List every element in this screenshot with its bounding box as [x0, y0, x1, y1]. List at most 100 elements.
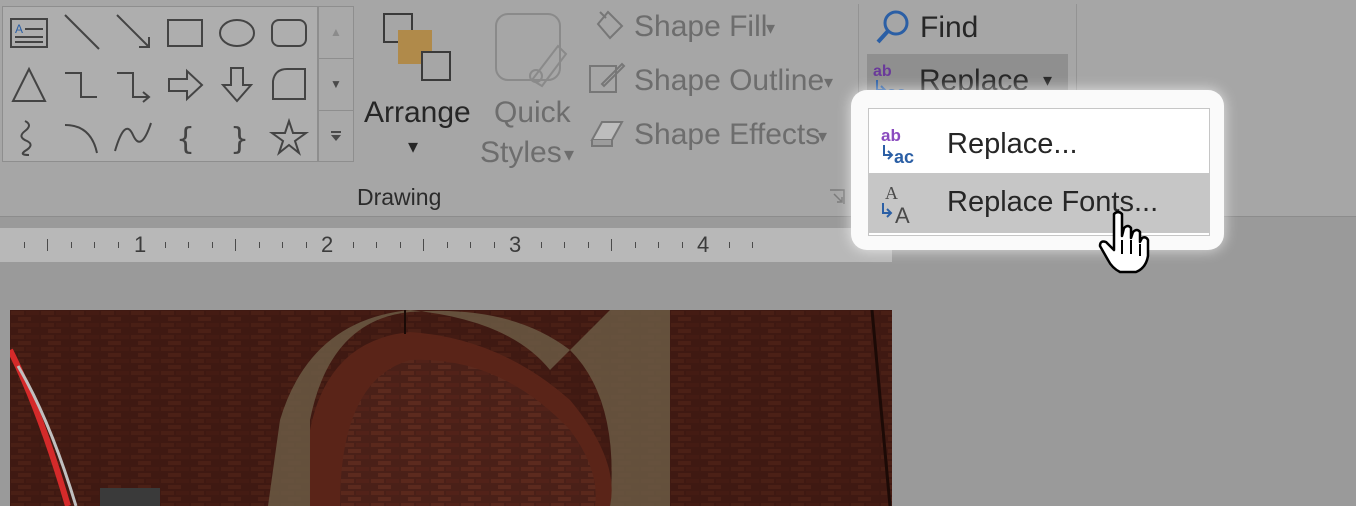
ruler-tick — [681, 242, 683, 248]
magnifier-icon — [876, 10, 909, 44]
menu-item-replace-label: Replace... — [947, 128, 1078, 160]
arrow-line-shape-icon[interactable] — [107, 7, 159, 59]
ruler-tick — [752, 242, 753, 248]
ruler-number: 2 — [321, 232, 334, 257]
shape-outline-dropdown-arrow: ▾ — [824, 72, 834, 92]
star-shape-icon[interactable] — [263, 111, 315, 163]
ruler-tick — [188, 242, 189, 248]
shape-effects-label: Shape Effects — [634, 118, 821, 151]
ruler-number: 1 — [134, 232, 147, 257]
gallery-scroll-up-button[interactable]: ▲ — [319, 7, 353, 59]
line-shape-icon[interactable] — [55, 7, 107, 59]
text-box-shape-icon[interactable]: A — [3, 7, 55, 59]
ruler-tick — [611, 239, 612, 251]
elbow-arrow-connector-shape-icon[interactable] — [107, 59, 159, 111]
ruler-tick — [94, 242, 95, 248]
ruler-tick — [23, 242, 25, 248]
replace-dropdown-menu: ab ac Replace... A A Replace Fonts... — [868, 108, 1210, 236]
gallery-scroll-down-button[interactable]: ▼ — [319, 59, 353, 111]
ruler-tick — [399, 242, 401, 248]
ruler-tick — [352, 242, 354, 248]
replace-fonts-icon: A A — [882, 183, 910, 225]
ruler-tick — [211, 242, 213, 248]
replace-icon: ab ac — [881, 126, 914, 167]
shape-effects-button[interactable]: Shape Effects ▾ — [588, 112, 838, 158]
ruler-tick — [305, 242, 307, 248]
right-brace-shape-icon[interactable]: } — [211, 111, 263, 163]
quick-styles-button[interactable]: Quick Styles ▾ — [480, 6, 580, 176]
dialog-launcher-icon[interactable] — [828, 188, 846, 206]
ruler-tick — [587, 242, 589, 248]
svg-text:ac: ac — [894, 147, 914, 167]
ruler-tick — [70, 242, 72, 248]
oval-shape-icon[interactable] — [211, 7, 263, 59]
ruler-number: 4 — [697, 232, 710, 257]
shape-fill-dropdown-arrow: ▾ — [766, 18, 776, 38]
shape-fill-label: Shape Fill — [634, 10, 768, 43]
svg-text:ab: ab — [881, 126, 901, 145]
menu-item-replace[interactable]: ab ac Replace... — [869, 115, 1209, 175]
flowchart-card-shape-icon[interactable] — [263, 59, 315, 111]
slide-photo-brick-arch[interactable] — [10, 310, 892, 506]
ruler-tick — [493, 242, 495, 248]
ruler-tick — [164, 242, 166, 248]
ruler-tick — [470, 242, 471, 248]
drawing-group-label: Drawing — [357, 184, 442, 210]
horizontal-ruler[interactable]: 1 2 3 4 — [0, 228, 892, 262]
svg-text:A: A — [885, 183, 898, 203]
left-brace-shape-icon[interactable]: { — [159, 111, 211, 163]
menu-item-replace-fonts[interactable]: A A Replace Fonts... — [869, 173, 1209, 233]
find-label: Find — [920, 11, 979, 44]
quick-styles-label-line1: Quick — [494, 96, 571, 129]
ruler-tick — [258, 242, 260, 248]
arc-shape-icon[interactable] — [55, 111, 107, 163]
shape-fill-button[interactable]: Shape Fill ▾ — [588, 4, 788, 50]
curve-shape-icon[interactable] — [107, 111, 159, 163]
ruler-tick — [376, 242, 377, 248]
hand-cursor-icon — [1098, 210, 1150, 274]
rounded-rectangle-shape-icon[interactable] — [263, 7, 315, 59]
ruler-tick — [446, 242, 448, 248]
shape-outline-button[interactable]: Shape Outline ▾ — [588, 58, 844, 104]
ruler-tick — [564, 242, 565, 248]
arrange-icon — [383, 13, 451, 81]
ruler-tick — [658, 242, 659, 248]
triangle-shape-icon[interactable] — [3, 59, 55, 111]
ruler-tick — [117, 242, 119, 248]
ruler-tick — [540, 242, 542, 248]
gallery-more-button[interactable] — [319, 111, 353, 162]
quick-styles-dropdown-arrow: ▾ — [564, 144, 575, 166]
ruler-tick — [634, 242, 636, 248]
ruler-tick — [235, 239, 236, 251]
freeform-scribble-shape-icon[interactable] — [3, 111, 55, 163]
ruler-tick — [47, 239, 48, 251]
shapes-gallery-scrollbar: ▲ ▼ — [318, 6, 354, 162]
svg-text:}: } — [230, 122, 249, 157]
more-icon — [331, 131, 341, 141]
shape-effects-icon — [590, 121, 624, 147]
shape-outline-label: Shape Outline — [634, 64, 825, 97]
arrange-button[interactable]: Arrange ▾ — [360, 6, 478, 176]
elbow-connector-shape-icon[interactable] — [55, 59, 107, 111]
rectangle-shape-icon[interactable] — [159, 7, 211, 59]
ruler-tick — [423, 239, 424, 251]
ruler-tick — [728, 242, 730, 248]
pencil-outline-icon — [589, 62, 626, 93]
shapes-gallery: A {} — [2, 6, 318, 162]
ruler-tick — [282, 242, 283, 248]
quick-styles-label-line2: Styles — [480, 136, 562, 169]
svg-text:{: { — [176, 122, 195, 157]
svg-text:ab: ab — [873, 63, 892, 80]
svg-text:A: A — [15, 22, 23, 36]
right-arrow-shape-icon[interactable] — [159, 59, 211, 111]
paint-bucket-icon — [596, 10, 624, 40]
ruler-number: 3 — [509, 232, 522, 257]
arrange-label: Arrange — [364, 96, 471, 129]
arrange-dropdown-arrow: ▾ — [408, 136, 419, 158]
down-arrow-shape-icon[interactable] — [211, 59, 263, 111]
shape-effects-dropdown-arrow: ▾ — [818, 126, 828, 146]
replace-dropdown-arrow: ▾ — [1043, 70, 1053, 90]
find-button[interactable]: Find — [870, 4, 990, 50]
svg-text:A: A — [895, 203, 910, 225]
quick-styles-icon — [495, 13, 568, 88]
